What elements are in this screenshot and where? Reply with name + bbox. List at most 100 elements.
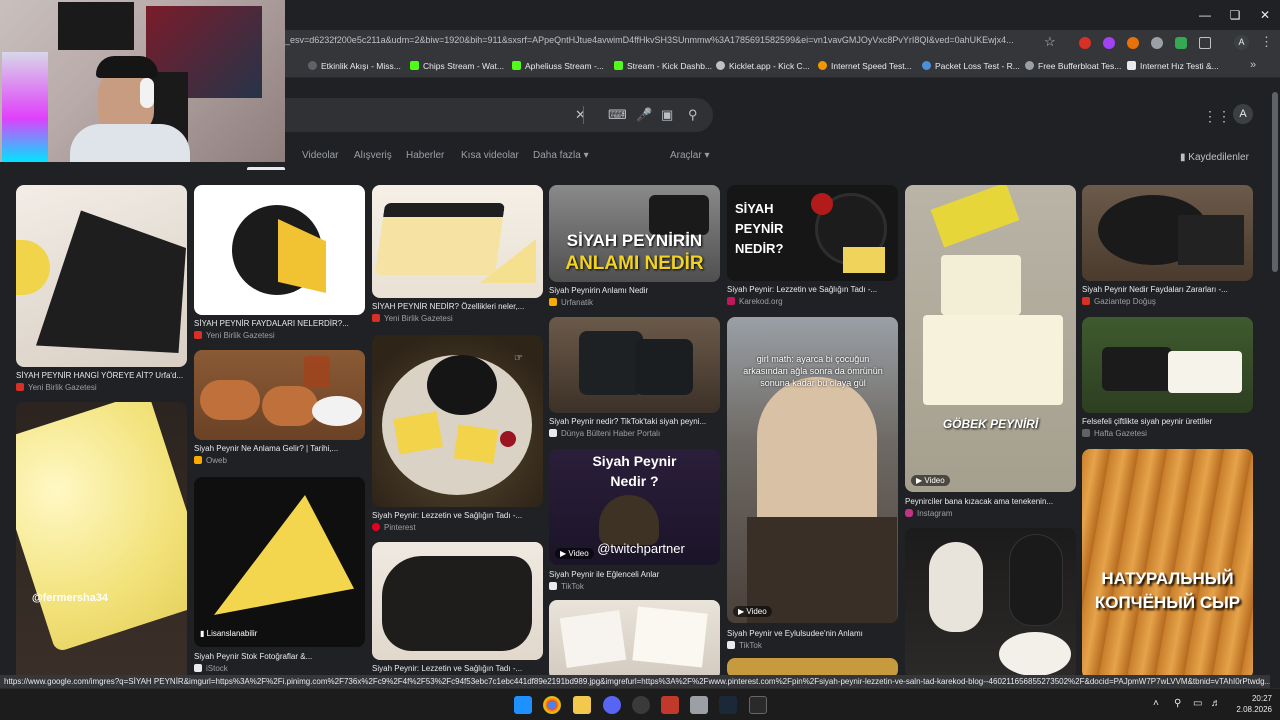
- result-source[interactable]: Yeni Birlik Gazetesi: [372, 314, 453, 323]
- result-source[interactable]: Karekod.org: [727, 297, 783, 306]
- monitor-icon[interactable]: ▭: [1193, 698, 1202, 709]
- tools-button[interactable]: Araçlar ▾: [670, 150, 710, 161]
- result-source[interactable]: Instagram: [905, 509, 953, 518]
- image-result[interactable]: Siyah Peynir Nedir Faydaları Zararları -…: [1082, 185, 1253, 315]
- bookmark-item[interactable]: Apheliuss Stream -...: [512, 61, 604, 71]
- image-result[interactable]: [905, 528, 1076, 675]
- result-thumbnail[interactable]: [16, 185, 187, 367]
- file-explorer-icon[interactable]: [573, 696, 591, 714]
- image-result[interactable]: Siyah Peynir Nedir ? @twitchpartner ▶ Vi…: [549, 449, 720, 594]
- bookmark-star-icon[interactable]: ☆: [1044, 34, 1056, 50]
- windows-start-icon[interactable]: [514, 696, 532, 714]
- tab-shopping[interactable]: Alışveriş: [354, 150, 392, 161]
- clear-icon[interactable]: ✕: [575, 107, 586, 123]
- keyboard-icon[interactable]: ⌨: [608, 107, 627, 123]
- result-source[interactable]: iStock: [194, 664, 228, 673]
- result-thumbnail[interactable]: [727, 658, 898, 675]
- result-caption[interactable]: Siyah Peynir Ne Anlama Gelir? | Tarihi,.…: [194, 444, 365, 453]
- extension-icon[interactable]: [1103, 37, 1115, 49]
- image-result[interactable]: SİYAH PEYNİR NEDİR? Özellikleri neler,..…: [372, 185, 543, 330]
- result-thumbnail[interactable]: Siyah Peynir Nedir ? @twitchpartner ▶ Vi…: [549, 449, 720, 565]
- result-caption[interactable]: Siyah Peynir ve Eylulsudee'nin Anlamı: [727, 629, 898, 638]
- result-caption[interactable]: SİYAH PEYNİR FAYDALARI NELERDİR?...: [194, 319, 365, 328]
- bookmark-item[interactable]: Packet Loss Test - R...: [922, 61, 1020, 71]
- result-thumbnail[interactable]: НАТУРАЛЬНЫЙ КОПЧЁНЫЙ СЫР: [1082, 449, 1253, 675]
- app-icon[interactable]: [690, 696, 708, 714]
- result-source[interactable]: TikTok: [549, 582, 584, 591]
- tray-overflow-icon[interactable]: ˄: [1153, 698, 1159, 709]
- bookmark-item[interactable]: Chips Stream - Wat...: [410, 61, 504, 71]
- image-result[interactable]: SİYAH PEYNİR HANGİ YÖREYE AİT? Urfa'd...…: [16, 185, 187, 395]
- profile-avatar[interactable]: A: [1234, 35, 1249, 50]
- steam-icon[interactable]: [719, 696, 737, 714]
- result-thumbnail[interactable]: girl math: ayarca bi çocuğun arkasından …: [727, 317, 898, 623]
- saved-button[interactable]: ▮ Kaydedilenler: [1180, 152, 1249, 163]
- result-source[interactable]: Yeni Birlik Gazetesi: [194, 331, 275, 340]
- result-caption[interactable]: Felsefeli çiftlikte siyah peynir ürettil…: [1082, 417, 1253, 426]
- lens-icon[interactable]: ▣: [661, 107, 673, 123]
- result-source[interactable]: Urfanatik: [549, 298, 593, 307]
- result-thumbnail[interactable]: ▮ Lisanslanabilir: [194, 477, 365, 647]
- result-thumbnail[interactable]: SİYAH PEYNİR NEDİR?: [727, 185, 898, 281]
- result-thumbnail[interactable]: ☞: [372, 335, 543, 507]
- result-caption[interactable]: Siyah Peynir ile Eğlenceli Anlar: [549, 570, 720, 579]
- result-source[interactable]: TikTok: [727, 641, 762, 650]
- image-result[interactable]: girl math: ayarca bi çocuğun arkasından …: [727, 317, 898, 652]
- minimize-icon[interactable]: —: [1190, 6, 1220, 24]
- result-thumbnail[interactable]: [372, 185, 543, 298]
- result-caption[interactable]: SİYAH PEYNİR HANGİ YÖREYE AİT? Urfa'd...: [16, 371, 187, 380]
- image-result[interactable]: Siyah Peynir: Lezzetin ve Sağlığın Tadı …: [372, 542, 543, 675]
- tab-more[interactable]: Daha fazla ▾: [533, 150, 589, 161]
- result-thumbnail[interactable]: @fermersha34: [16, 402, 187, 675]
- bookmark-item[interactable]: Kicklet.app - Kick C...: [716, 61, 810, 71]
- close-icon[interactable]: ✕: [1250, 6, 1280, 24]
- bookmark-item[interactable]: Internet Speed Test...: [818, 61, 912, 71]
- image-result[interactable]: @fermersha34: [16, 402, 187, 675]
- tab-news[interactable]: Haberler: [406, 150, 444, 161]
- result-thumbnail[interactable]: [1082, 185, 1253, 281]
- result-thumbnail[interactable]: [194, 185, 365, 315]
- result-source[interactable]: Pinterest: [372, 523, 416, 532]
- image-result[interactable]: [727, 658, 898, 675]
- image-result[interactable]: Felsefeli çiftlikte siyah peynir ürettil…: [1082, 317, 1253, 447]
- result-thumbnail[interactable]: [194, 350, 365, 440]
- extension-icon[interactable]: [1079, 37, 1091, 49]
- scrollbar-thumb[interactable]: [1272, 92, 1278, 272]
- chrome-icon[interactable]: [543, 696, 561, 714]
- epic-games-icon[interactable]: [749, 696, 767, 714]
- tab-videos[interactable]: Videolar: [302, 150, 339, 161]
- image-result[interactable]: SİYAH PEYNİR FAYDALARI NELERDİR?... Yeni…: [194, 185, 365, 345]
- result-caption[interactable]: Siyah Peynirin Anlamı Nedir: [549, 286, 720, 295]
- network-icon[interactable]: ⚲: [1174, 698, 1181, 709]
- bookmark-item[interactable]: Etkinlik Akışı - Miss...: [308, 61, 401, 71]
- image-result[interactable]: ▮ Lisanslanabilir Siyah Peynir Stok Foto…: [194, 477, 365, 675]
- result-source[interactable]: Gaziantep Doğuş: [1082, 297, 1156, 306]
- search-input[interactable]: ✕ ⌨ 🎤 ▣ ⚲: [255, 98, 713, 132]
- address-bar-url[interactable]: _esv=d6232f200e5c211a&udm=2&biw=1920&bih…: [285, 35, 1035, 51]
- image-result[interactable]: НАТУРАЛЬНЫЙ КОПЧЁНЫЙ СЫР: [1082, 449, 1253, 675]
- puzzle-icon[interactable]: [1199, 37, 1211, 49]
- result-caption[interactable]: Peynirciler bana kızacak ama tenekenin..…: [905, 497, 1076, 506]
- result-thumbnail[interactable]: [549, 317, 720, 413]
- image-result[interactable]: ☞ Siyah Peynir: Lezzetin ve Sağlığın Tad…: [372, 335, 543, 535]
- obs-icon[interactable]: [632, 696, 650, 714]
- microphone-icon[interactable]: 🎤: [636, 107, 652, 123]
- more-menu-icon[interactable]: ⋮: [1260, 34, 1273, 50]
- search-icon[interactable]: ⚲: [688, 107, 698, 123]
- google-account-avatar[interactable]: A: [1233, 104, 1253, 124]
- image-result[interactable]: SİYAH PEYNİR NEDİR? Siyah Peynir: Lezzet…: [727, 185, 898, 315]
- volume-icon[interactable]: ♬: [1211, 698, 1221, 709]
- shield-icon[interactable]: [1151, 37, 1163, 49]
- result-thumbnail[interactable]: SİYAH PEYNİRİN ANLAMI NEDİR: [549, 185, 720, 282]
- tab-short-videos[interactable]: Kısa videolar: [461, 150, 519, 161]
- bookmark-item[interactable]: Free Bufferbloat Tes...: [1025, 61, 1121, 71]
- app-icon[interactable]: [661, 696, 679, 714]
- result-caption[interactable]: Siyah Peynir: Lezzetin ve Sağlığın Tadı …: [727, 285, 898, 294]
- result-caption[interactable]: SİYAH PEYNİR NEDİR? Özellikleri neler,..…: [372, 302, 543, 311]
- result-thumbnail[interactable]: [372, 542, 543, 660]
- bookmarks-overflow-icon[interactable]: »: [1250, 59, 1256, 71]
- result-source[interactable]: Yeni Birlik Gazetesi: [16, 383, 97, 392]
- result-thumbnail[interactable]: GÖBEK PEYNİRİ ▶ Video: [905, 185, 1076, 492]
- bookmark-item[interactable]: Internet Hız Testi &...: [1127, 61, 1219, 71]
- extension-icon[interactable]: [1127, 37, 1139, 49]
